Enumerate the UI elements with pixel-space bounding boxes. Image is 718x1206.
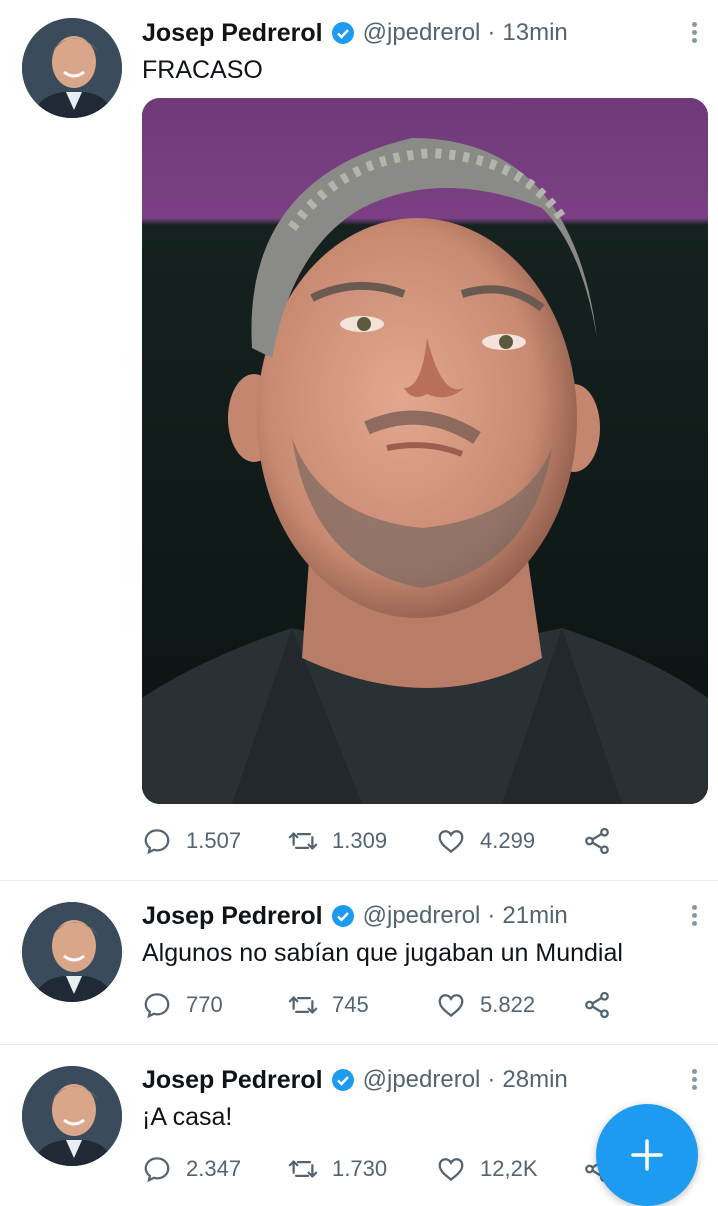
avatar[interactable] xyxy=(22,1066,122,1166)
share-icon xyxy=(585,991,609,1019)
retweet-icon xyxy=(288,832,318,850)
timestamp[interactable]: 28min xyxy=(502,1066,567,1094)
tweet-actions: 770 745 5.822 xyxy=(142,990,612,1020)
author-name[interactable]: Josep Pedrerol xyxy=(142,1066,323,1095)
like-count: 12,2K xyxy=(480,1156,538,1181)
reply-icon xyxy=(144,829,170,855)
reply-button[interactable]: 770 xyxy=(142,990,288,1020)
more-icon[interactable] xyxy=(690,1066,698,1093)
retweet-count: 745 xyxy=(332,992,369,1017)
reply-button[interactable]: 2.347 xyxy=(142,1154,288,1184)
like-icon xyxy=(438,1158,464,1182)
like-button[interactable]: 5.822 xyxy=(436,990,582,1020)
compose-tweet-button[interactable] xyxy=(596,1104,698,1206)
avatar[interactable] xyxy=(22,902,122,1002)
author-handle[interactable]: @jpedrerol xyxy=(363,1066,481,1094)
like-button[interactable]: 12,2K xyxy=(436,1154,582,1184)
tweet-text: FRACASO xyxy=(142,56,263,84)
reply-button[interactable]: 1.507 xyxy=(142,826,288,856)
tweet-header: Josep Pedrerol @jpedrerol · 21min xyxy=(142,901,568,931)
reply-count: 2.347 xyxy=(186,1156,242,1181)
like-icon xyxy=(438,994,464,1018)
more-icon[interactable] xyxy=(690,19,698,46)
reply-icon xyxy=(144,1157,170,1183)
author-handle[interactable]: @jpedrerol xyxy=(363,19,481,47)
author-name[interactable]: Josep Pedrerol xyxy=(142,902,323,931)
verified-badge-icon xyxy=(331,22,354,44)
compose-plus-icon xyxy=(631,1139,663,1171)
retweet-count: 1.730 xyxy=(332,1156,388,1181)
retweet-button[interactable]: 1.309 xyxy=(288,826,436,856)
separator: · xyxy=(487,1066,496,1093)
author-name[interactable]: Josep Pedrerol xyxy=(142,19,323,48)
retweet-button[interactable]: 1.730 xyxy=(288,1154,436,1184)
avatar[interactable] xyxy=(22,18,122,118)
timestamp[interactable]: 13min xyxy=(502,19,567,47)
tweet-photo[interactable] xyxy=(142,98,708,804)
timestamp[interactable]: 21min xyxy=(502,902,567,930)
like-button[interactable]: 4.299 xyxy=(436,826,582,856)
reply-count: 770 xyxy=(186,992,223,1017)
retweet-icon xyxy=(288,996,318,1014)
separator: · xyxy=(487,19,496,46)
tweet-text: Algunos no sabían que jugaban un Mundial xyxy=(142,939,623,967)
tweet-header: Josep Pedrerol @jpedrerol · 13min xyxy=(142,18,568,48)
verified-badge-icon xyxy=(331,1069,354,1091)
retweet-icon xyxy=(288,1160,318,1178)
like-icon xyxy=(438,830,464,854)
author-handle[interactable]: @jpedrerol xyxy=(363,902,481,930)
more-icon[interactable] xyxy=(690,902,698,929)
tweet-actions: 2.347 1.730 12,2K xyxy=(142,1154,612,1184)
tweet[interactable]: Josep Pedrerol @jpedrerol · 13min FRACAS… xyxy=(0,0,718,881)
share-button[interactable] xyxy=(582,826,612,856)
tweet[interactable]: Josep Pedrerol @jpedrerol · 21min Alguno… xyxy=(0,880,718,1045)
retweet-count: 1.309 xyxy=(332,828,388,853)
share-icon xyxy=(585,827,609,855)
reply-icon xyxy=(144,993,170,1019)
retweet-button[interactable]: 745 xyxy=(288,990,436,1020)
like-count: 4.299 xyxy=(480,828,536,853)
share-button[interactable] xyxy=(582,990,612,1020)
tweet-text: ¡A casa! xyxy=(142,1103,233,1131)
verified-badge-icon xyxy=(331,905,354,927)
tweet-actions: 1.507 1.309 4.299 xyxy=(142,826,612,856)
reply-count: 1.507 xyxy=(186,828,242,853)
separator: · xyxy=(487,902,496,929)
like-count: 5.822 xyxy=(480,992,536,1017)
tweet-header: Josep Pedrerol @jpedrerol · 28min xyxy=(142,1065,568,1095)
